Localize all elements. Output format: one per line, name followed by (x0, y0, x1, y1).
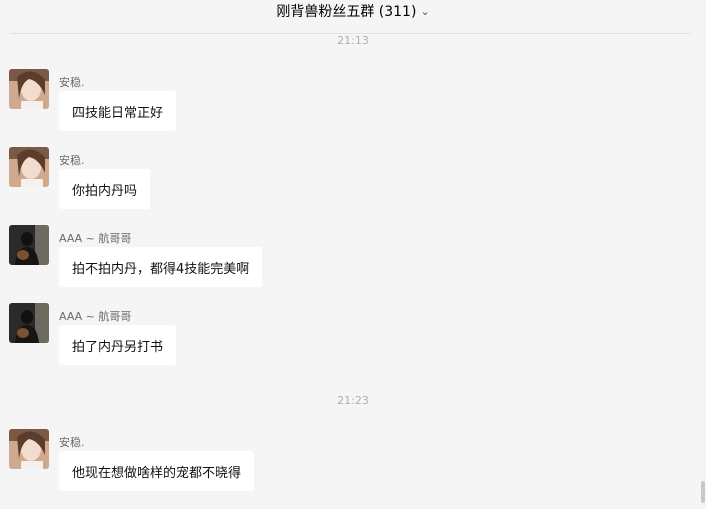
avatar[interactable] (9, 147, 49, 187)
timestamp: 21:13 (337, 34, 369, 47)
timestamp: 21:23 (337, 394, 369, 407)
sender-name: AAA ~ 航哥哥 (59, 232, 132, 245)
avatar[interactable] (9, 303, 49, 343)
message-bubble[interactable]: 你拍内丹吗 (59, 169, 151, 209)
scrollbar-thumb[interactable] (701, 481, 705, 503)
sender-name: 安稳. (59, 76, 85, 89)
message-bubble[interactable]: 拍不拍内丹，都得4技能完美啊 (59, 247, 263, 287)
avatar[interactable] (9, 69, 49, 109)
sender-name: AAA ~ 航哥哥 (59, 310, 132, 323)
message-bubble[interactable]: 他现在想做啥样的宠都不晓得 (59, 451, 255, 491)
message-item: 安稳. 四技能日常正好 (9, 69, 689, 149)
message-list[interactable]: 21:13 安稳. 四技能日常正好 安稳. 你拍内丹吗 AAA ~ 航哥哥 拍不… (0, 0, 706, 508)
message-item: AAA ~ 航哥哥 拍了内丹另打书 (9, 303, 689, 383)
message-bubble[interactable]: 拍了内丹另打书 (59, 325, 177, 365)
message-item: 安稳. 他现在想做啥样的宠都不晓得 (9, 429, 689, 509)
message-item: AAA ~ 航哥哥 拍不拍内丹，都得4技能完美啊 (9, 225, 689, 305)
message-item: 安稳. 你拍内丹吗 (9, 147, 689, 227)
message-bubble[interactable]: 四技能日常正好 (59, 91, 177, 131)
sender-name: 安稳. (59, 436, 85, 449)
sender-name: 安稳. (59, 154, 85, 167)
avatar[interactable] (9, 225, 49, 265)
avatar[interactable] (9, 429, 49, 469)
